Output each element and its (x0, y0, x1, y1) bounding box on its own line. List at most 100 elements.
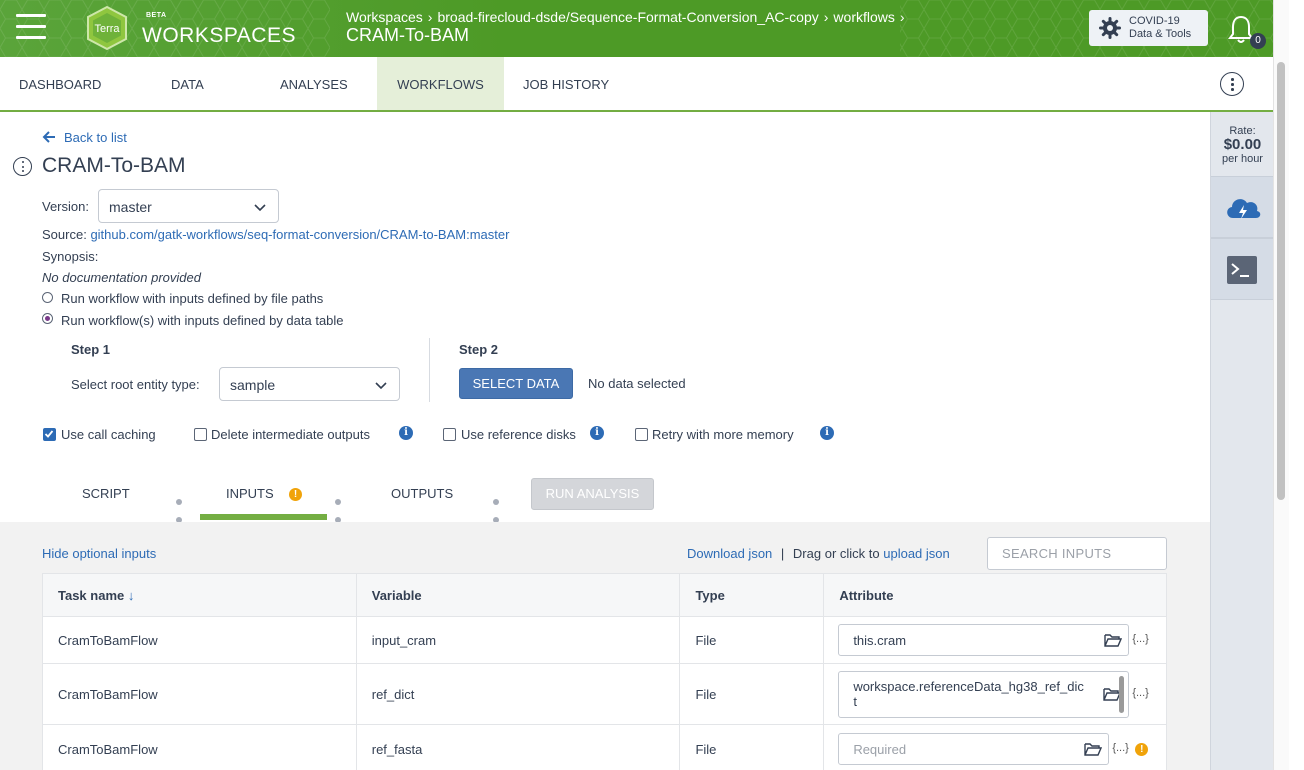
attribute-input[interactable]: this.cram (838, 624, 1130, 656)
tab-workflows[interactable]: WORKFLOWS (377, 57, 504, 110)
breadcrumb-workflows[interactable]: workflows (833, 9, 894, 25)
info-icon[interactable]: i (820, 426, 834, 440)
tab-dashboard[interactable]: DASHBOARD (19, 57, 101, 110)
window-edge (1289, 0, 1304, 770)
step1-title: Step 1 (71, 342, 111, 357)
step-dots (493, 492, 509, 523)
folder-open-icon[interactable] (1084, 742, 1103, 756)
workflow-config-panel: Back to list CRAM-To-BAM Version: master… (0, 112, 1210, 523)
json-editor-icon[interactable]: {...} (1132, 633, 1149, 645)
gear-icon (1099, 17, 1121, 39)
terminal-button[interactable] (1211, 238, 1274, 300)
breadcrumb-workspaces[interactable]: Workspaces (346, 9, 423, 25)
source-link[interactable]: github.com/gatk-workflows/seq-format-con… (90, 227, 509, 242)
radio-file-paths[interactable] (42, 292, 53, 303)
covid-data-tools-button[interactable]: COVID-19 Data & Tools (1089, 10, 1208, 46)
search-inputs-field[interactable]: SEARCH INPUTS (987, 537, 1167, 570)
svg-text:Terra: Terra (94, 23, 120, 35)
task-name-cell: CramToBamFlow (42, 663, 357, 725)
table-row: CramToBamFlow ref_dict File workspace.re… (42, 663, 1167, 725)
run-analysis-button[interactable]: RUN ANALYSIS (531, 478, 654, 510)
cloud-environment-button[interactable] (1211, 176, 1274, 238)
step-dots (176, 492, 192, 523)
column-header-attribute[interactable]: Attribute (823, 573, 1167, 617)
textarea-scrollbar[interactable] (1119, 676, 1125, 713)
tab-analyses[interactable]: ANALYSES (280, 57, 348, 110)
info-icon[interactable]: i (590, 426, 604, 440)
warning-icon: ! (289, 488, 302, 501)
rate-unit: per hour (1222, 153, 1263, 165)
hide-optional-inputs-link[interactable]: Hide optional inputs (42, 546, 156, 561)
cloud-lightning-icon (1227, 199, 1261, 219)
radio-data-table[interactable] (42, 313, 53, 324)
attribute-cell: this.cram {...} (823, 616, 1167, 664)
tab-job-history[interactable]: JOB HISTORY (523, 57, 609, 110)
version-value: master (109, 199, 152, 215)
workflow-title: CRAM-To-BAM (42, 154, 186, 177)
terminal-icon (1227, 256, 1257, 284)
covid-label-line2: Data & Tools (1129, 28, 1192, 40)
json-editor-icon[interactable]: {...} (1132, 687, 1149, 699)
select-data-button[interactable]: SELECT DATA (459, 368, 573, 399)
download-json-link[interactable]: Download json (687, 546, 772, 561)
hamburger-menu-icon[interactable] (16, 14, 46, 40)
call-caching-checkbox[interactable] (43, 428, 56, 441)
notification-count-badge: 0 (1250, 33, 1266, 49)
attribute-input[interactable]: Required (838, 733, 1110, 765)
workspace-menu-icon[interactable] (1220, 72, 1244, 96)
chevron-down-icon (375, 382, 387, 390)
task-name-cell: CramToBamFlow (42, 616, 357, 664)
delete-intermediate-label[interactable]: Delete intermediate outputs (211, 427, 370, 442)
table-row: CramToBamFlow input_cram File this.cram … (42, 616, 1167, 664)
drag-upload-text: Drag or click to (792, 546, 880, 561)
attribute-placeholder: Required (853, 742, 907, 757)
retry-memory-checkbox[interactable] (635, 428, 648, 441)
cost-rate: Rate: $0.00 per hour (1211, 124, 1274, 166)
json-editor-icon[interactable]: {...} (1112, 742, 1129, 754)
radio-data-table-label[interactable]: Run workflow(s) with inputs defined by d… (61, 313, 344, 328)
radio-file-paths-label[interactable]: Run workflow with inputs defined by file… (61, 291, 323, 306)
root-entity-select[interactable]: sample (219, 367, 400, 401)
version-select[interactable]: master (98, 189, 279, 223)
chevron-down-icon (254, 204, 266, 212)
checkmark-icon (44, 430, 54, 438)
attribute-cell: Required {...} ! (823, 724, 1167, 770)
column-header-task-name[interactable]: Task name ↓ (42, 573, 357, 617)
column-header-variable[interactable]: Variable (355, 573, 681, 617)
retry-memory-label[interactable]: Retry with more memory (652, 427, 794, 442)
tab-data[interactable]: DATA (171, 57, 204, 110)
delete-intermediate-checkbox[interactable] (194, 428, 207, 441)
page-scrollbar-thumb[interactable] (1277, 62, 1285, 500)
top-header: Terra BETA WORKSPACES Workspaces › broad-f… (0, 0, 1273, 57)
active-subtab-indicator (200, 514, 327, 520)
warning-icon: ! (1135, 743, 1149, 756)
breadcrumb: Workspaces › broad-firecloud-dsde/Sequence… (346, 9, 910, 25)
upload-json-link[interactable]: upload json (883, 546, 950, 561)
documentation-text: No documentation provided (42, 270, 201, 285)
subtab-script[interactable]: SCRIPT (82, 486, 130, 501)
folder-open-icon[interactable] (1104, 633, 1123, 647)
subtab-outputs[interactable]: OUTPUTS (391, 486, 453, 501)
reference-disks-label[interactable]: Use reference disks (461, 427, 576, 442)
variable-cell: input_cram (355, 616, 681, 664)
terra-logo-icon[interactable]: Terra (84, 5, 130, 51)
reference-disks-checkbox[interactable] (443, 428, 456, 441)
breadcrumb-workspace-name[interactable]: broad-firecloud-dsde/Sequence-Format-Con… (437, 9, 818, 25)
table-row: CramToBamFlow ref_fasta File Required {.… (42, 724, 1167, 770)
version-label: Version: (42, 199, 89, 214)
workflow-menu-icon[interactable] (13, 157, 32, 176)
rate-value: $0.00 (1223, 136, 1262, 153)
column-header-type[interactable]: Type (679, 573, 825, 617)
info-icon[interactable]: i (399, 426, 413, 440)
call-caching-label[interactable]: Use call caching (61, 427, 156, 442)
no-data-selected-text: No data selected (588, 376, 686, 391)
attribute-input[interactable]: workspace.referenceData_hg38_ref_dict (838, 671, 1130, 718)
synopsis-label: Synopsis: (42, 249, 99, 264)
workspace-tab-bar: DASHBOARD DATA ANALYSES WORKFLOWS JOB HI… (0, 57, 1273, 112)
brand-title[interactable]: WORKSPACES (142, 24, 296, 48)
back-to-list-link[interactable]: Back to list (64, 130, 127, 145)
arrow-left-icon[interactable] (42, 131, 56, 143)
type-cell: File (679, 663, 825, 725)
subtab-inputs[interactable]: INPUTS (226, 486, 274, 501)
step2-title: Step 2 (459, 342, 499, 357)
